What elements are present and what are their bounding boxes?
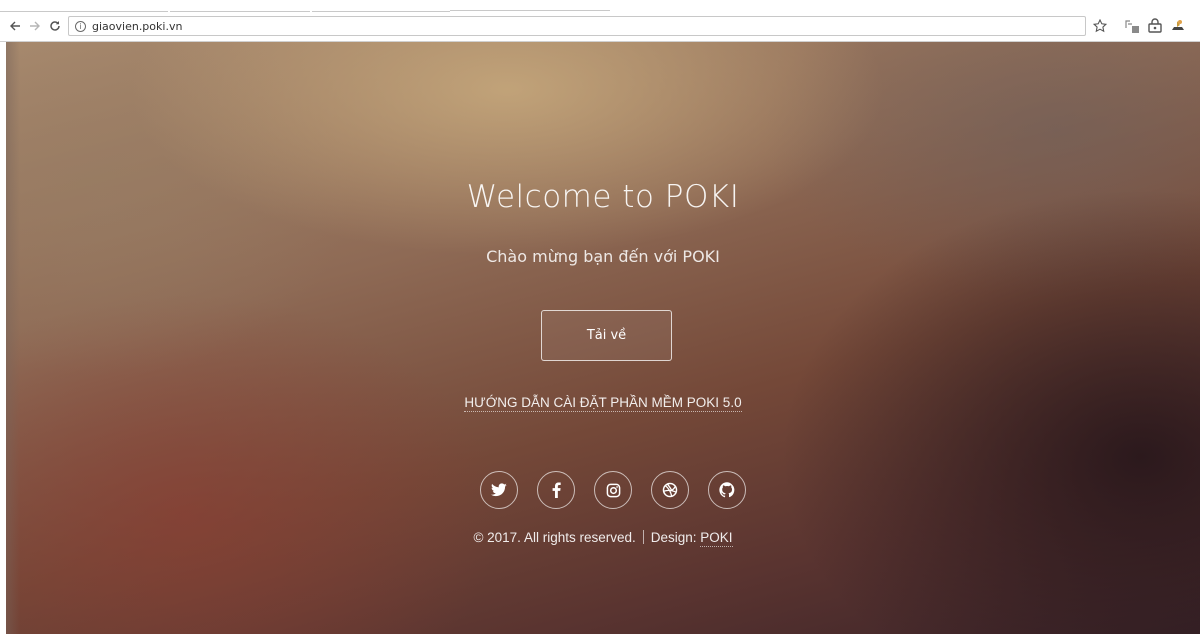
extension-icon[interactable] (1170, 18, 1186, 34)
hero-section: Welcome to POKI Chào mừng bạn đến với PO… (6, 42, 1200, 634)
tab-edge (0, 0, 168, 12)
reload-icon[interactable] (46, 17, 64, 35)
page-title: Welcome to POKI (466, 179, 740, 215)
copyright-text: © 2017. All rights reserved. (473, 530, 636, 545)
download-button[interactable]: Tải về (541, 310, 672, 361)
url-text: giaovien.poki.vn (92, 19, 183, 33)
browser-toolbar: i giaovien.poki.vn (0, 12, 1200, 42)
social-links (480, 471, 752, 511)
tab-edge (170, 0, 310, 12)
github-icon[interactable] (708, 471, 746, 509)
back-arrow-icon[interactable] (6, 17, 24, 35)
tab-edge (312, 0, 450, 12)
tab-strip (0, 0, 1200, 12)
footer-divider (642, 530, 644, 544)
forward-arrow-icon[interactable] (26, 17, 44, 35)
dribbble-icon[interactable] (651, 471, 689, 509)
page-viewport: Welcome to POKI Chào mừng bạn đến với PO… (6, 42, 1200, 634)
instagram-icon[interactable] (594, 471, 632, 509)
star-icon[interactable] (1092, 18, 1108, 34)
footer: © 2017. All rights reserved. Design: POKI (6, 530, 1200, 547)
twitter-icon[interactable] (480, 471, 518, 509)
extension-icon[interactable] (1124, 18, 1140, 34)
facebook-icon[interactable] (537, 471, 575, 509)
address-bar[interactable]: i giaovien.poki.vn (68, 16, 1086, 36)
info-icon[interactable]: i (75, 20, 86, 32)
browser-window: i giaovien.poki.vn Welcome to POKI Chào … (0, 0, 1200, 634)
install-guide-link[interactable]: HƯỚNG DẪN CÀI ĐẶT PHẦN MỀM POKI 5.0 (464, 395, 742, 412)
extension-icon[interactable] (1147, 18, 1163, 34)
page-subtitle: Chào mừng bạn đến với POKI (486, 247, 720, 266)
install-guide-link-row: HƯỚNG DẪN CÀI ĐẶT PHẦN MỀM POKI 5.0 (6, 395, 1200, 412)
design-prefix: Design: (650, 530, 697, 545)
design-credit-link[interactable]: POKI (700, 530, 733, 547)
